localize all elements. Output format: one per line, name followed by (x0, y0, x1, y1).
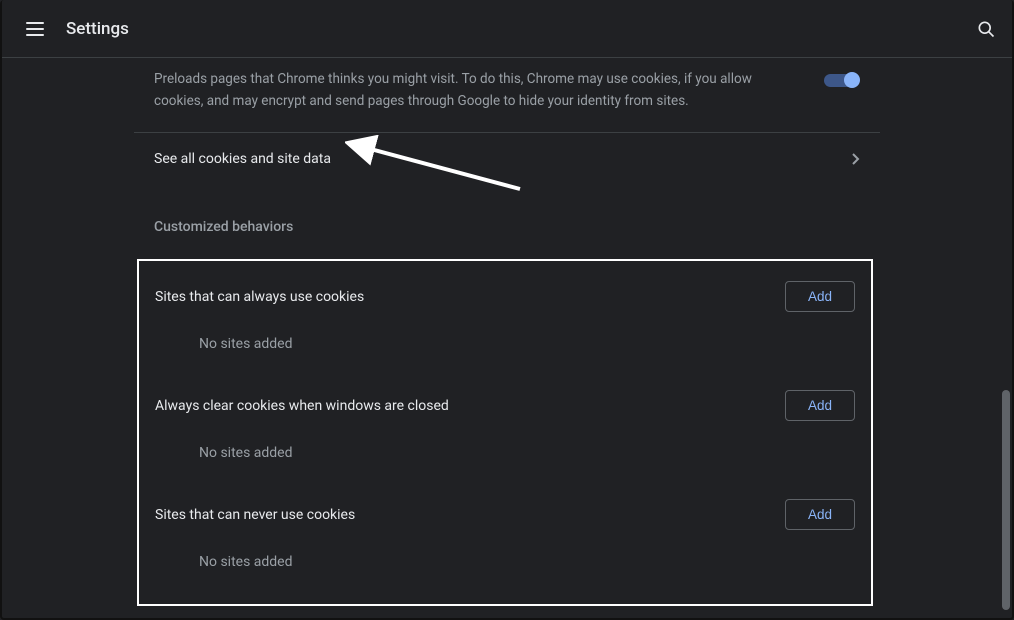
empty-state: No sites added (155, 538, 855, 598)
see-all-cookies-label: See all cookies and site data (154, 151, 852, 167)
block-cookies-section: Sites that can never use cookies Add No … (139, 489, 871, 598)
see-all-cookies-row[interactable]: See all cookies and site data (134, 133, 880, 185)
add-button[interactable]: Add (785, 390, 855, 421)
section-title: Sites that can never use cookies (155, 507, 785, 523)
list-header-row: Sites that can never use cookies Add (155, 489, 855, 538)
highlighted-region: Sites that can always use cookies Add No… (137, 259, 873, 606)
allow-cookies-section: Sites that can always use cookies Add No… (139, 271, 871, 380)
section-title: Always clear cookies when windows are cl… (155, 398, 785, 414)
add-button[interactable]: Add (785, 499, 855, 530)
clear-on-close-section: Always clear cookies when windows are cl… (139, 380, 871, 489)
menu-icon[interactable] (26, 17, 50, 41)
search-icon[interactable] (976, 19, 996, 39)
list-header-row: Always clear cookies when windows are cl… (155, 380, 855, 429)
list-header-row: Sites that can always use cookies Add (155, 271, 855, 320)
preload-description: Preloads pages that Chrome thinks you mi… (154, 68, 824, 112)
settings-panel: Preloads pages that Chrome thinks you mi… (134, 58, 880, 618)
empty-state: No sites added (155, 429, 855, 489)
chevron-right-icon (852, 153, 860, 165)
empty-state: No sites added (155, 320, 855, 380)
preload-toggle[interactable] (824, 72, 860, 88)
scrollbar-track[interactable] (1000, 60, 1012, 616)
scrollbar-thumb[interactable] (1002, 390, 1010, 610)
content-area: Preloads pages that Chrome thinks you mi… (2, 58, 1012, 618)
preload-row: Preloads pages that Chrome thinks you mi… (134, 58, 880, 133)
add-button[interactable]: Add (785, 281, 855, 312)
toolbar: Settings (2, 0, 1012, 58)
behaviors-header: Customized behaviors (134, 185, 880, 255)
section-title: Sites that can always use cookies (155, 289, 785, 305)
app-title: Settings (66, 19, 129, 39)
